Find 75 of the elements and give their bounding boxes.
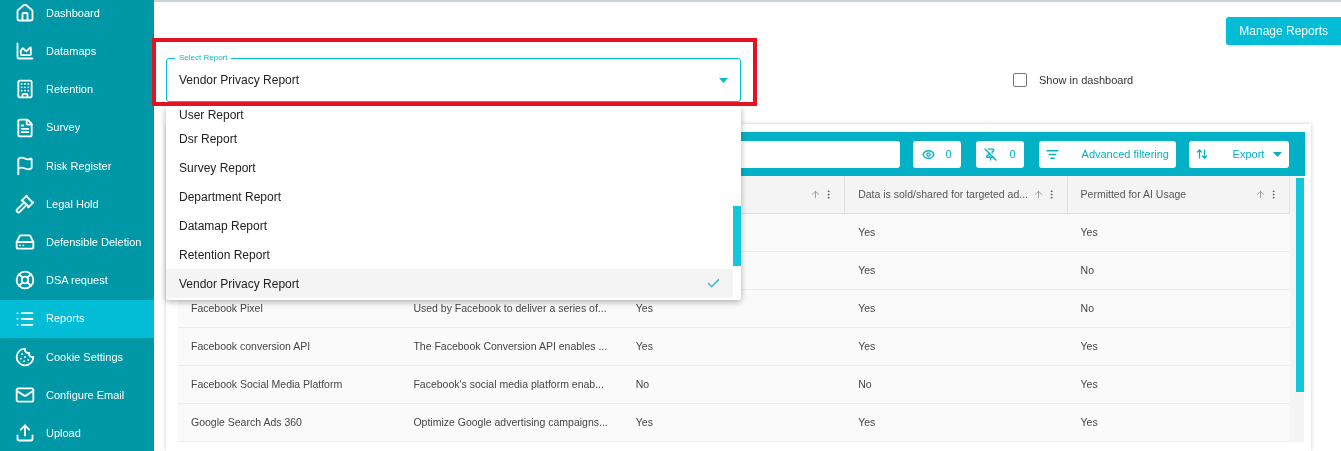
- checkbox-label: Show in dashboard: [1039, 72, 1134, 88]
- cookie-icon: [15, 346, 35, 367]
- list-scrollbar[interactable]: [733, 206, 741, 266]
- sidebar-item[interactable]: Defensible Deletion: [0, 223, 154, 262]
- export-button[interactable]: Export: [1189, 140, 1289, 168]
- sidebar-item[interactable]: Datamaps: [0, 32, 154, 71]
- manage-reports-button[interactable]: Manage Reports: [1226, 17, 1341, 45]
- sidebar-item[interactable]: Risk Register: [0, 146, 154, 185]
- table-cell-text: Yes: [1080, 376, 1098, 392]
- caret-icon: [719, 77, 728, 83]
- table-cell-text: No: [1080, 300, 1094, 316]
- building-icon: [15, 79, 35, 100]
- sidebar-item[interactable]: Dashboard: [0, 0, 154, 33]
- sidebar-item[interactable]: DSA request: [0, 261, 154, 300]
- sidebar-item[interactable]: Legal Hold: [0, 184, 154, 224]
- sidebar-item[interactable]: Cookie Settings: [0, 337, 154, 376]
- table-cell-text: The Facebook Conversion API enables ...: [413, 338, 608, 354]
- hidden-columns-button[interactable]: 0: [913, 140, 961, 168]
- sidebar-item[interactable]: Survey: [0, 108, 154, 147]
- table-cell-text: Yes: [635, 338, 653, 354]
- sidebar-item[interactable]: Retention: [0, 70, 154, 109]
- pin-icon: [984, 147, 998, 161]
- table-cell-text: Facebook conversion API: [191, 338, 311, 354]
- upload-icon: [15, 423, 35, 444]
- table-cell-text: No: [635, 376, 650, 392]
- sort-icon[interactable]: [1032, 189, 1044, 200]
- select-label: Select Report: [175, 52, 232, 64]
- table-scrollbar[interactable]: [1296, 178, 1304, 392]
- drive-icon: [15, 232, 35, 253]
- table-cell-text: No: [1080, 262, 1094, 278]
- report-option[interactable]: User Report: [166, 106, 733, 124]
- sidebar-item[interactable]: Configure Email: [0, 375, 154, 415]
- report-option[interactable]: Vendor Privacy Report: [166, 269, 733, 298]
- table-cell-text: Google Search Ads 360: [191, 414, 302, 430]
- table-cell-text: Facebook Social Media Platform: [191, 376, 343, 392]
- area-chart-icon: [15, 41, 35, 62]
- table-cell-text: Yes: [1080, 414, 1098, 430]
- advanced-filtering-button[interactable]: Advanced filtering: [1039, 140, 1176, 168]
- table-cell-text: Yes: [635, 300, 653, 316]
- table-cell-text: Yes: [635, 414, 653, 430]
- report-option[interactable]: Datamap Report: [166, 211, 733, 240]
- table-cell-text: Used by Facebook to deliver a series of...: [413, 300, 607, 316]
- table-cell-text: No: [858, 376, 872, 392]
- flag-icon: [15, 155, 35, 176]
- eye-icon: [922, 147, 936, 161]
- report-option[interactable]: Department Report: [166, 182, 733, 211]
- table-cell-text: Facebook Pixel: [191, 300, 263, 316]
- mail-icon: [15, 384, 35, 405]
- pinned-columns-button[interactable]: 0: [976, 140, 1024, 168]
- column-header[interactable]: Data is sold/shared for targeted ad...: [845, 176, 1068, 213]
- table-cell-text: Yes: [858, 224, 876, 240]
- table-cell-text: Yes: [858, 262, 876, 278]
- checkbox[interactable]: [1013, 73, 1027, 87]
- report-option[interactable]: Retention Report: [166, 240, 733, 269]
- sort-icon[interactable]: [810, 189, 822, 200]
- table-cell-text: Optimize Google advertising campaigns...: [413, 414, 608, 430]
- document-icon: [15, 117, 35, 138]
- sort-arrows-icon: [1196, 148, 1208, 160]
- table-cell-text: Yes: [858, 414, 876, 430]
- table-cell-text: Yes: [1080, 224, 1098, 240]
- lifebuoy-icon: [15, 270, 35, 291]
- table-cell-text: Yes: [858, 300, 876, 316]
- filter-icon: [1046, 147, 1059, 161]
- caret-icon: [1273, 151, 1282, 157]
- home-icon: [15, 3, 35, 24]
- table-cell-text: Yes: [858, 338, 876, 354]
- sort-icon[interactable]: [1254, 189, 1266, 200]
- gavel-icon: [15, 194, 35, 215]
- report-option[interactable]: Dsr Report: [166, 124, 733, 153]
- column-header[interactable]: Permitted for AI Usage: [1067, 176, 1290, 213]
- sidebar-item[interactable]: Upload: [0, 414, 154, 451]
- sidebar-item[interactable]: Reports: [0, 299, 154, 338]
- table-cell-text: Yes: [1080, 338, 1098, 354]
- report-option[interactable]: Survey Report: [166, 153, 733, 182]
- table-cell-text: Facebook's social media platform enab...: [413, 376, 604, 392]
